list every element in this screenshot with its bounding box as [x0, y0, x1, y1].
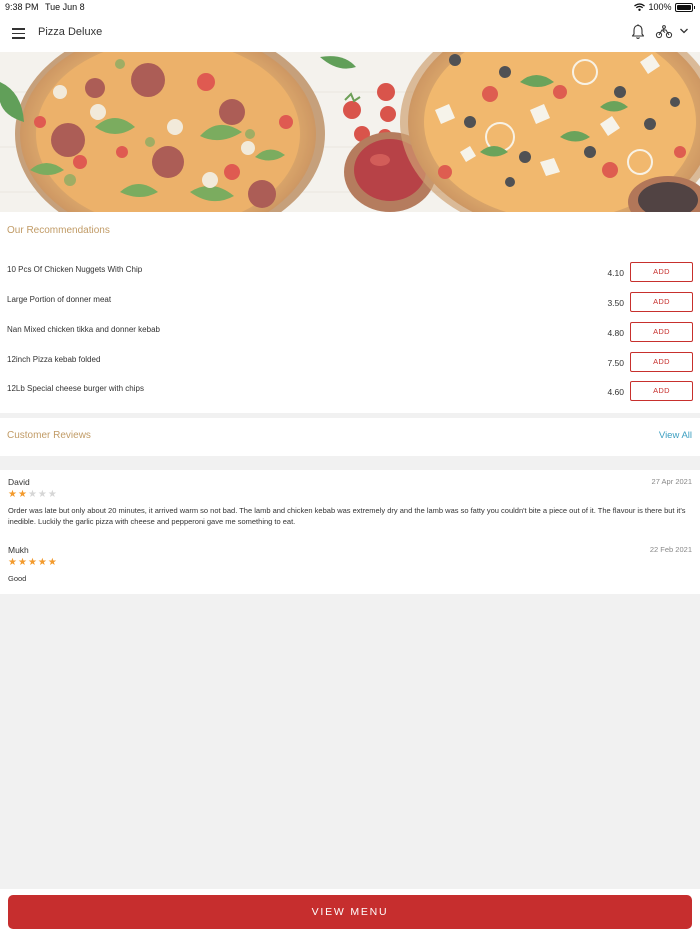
recommendation-row: Large Portion of donner meat 3.50 ADD	[0, 292, 700, 320]
battery-tip	[693, 5, 695, 9]
star-icon: ★	[37, 557, 47, 568]
review-text: Good	[8, 574, 27, 583]
star-icon: ★	[17, 557, 27, 568]
bottom-bar: VIEW MENU	[0, 889, 700, 934]
reviews-list: David 27 Apr 2021 ★ ★ ★ ★ ★ Order was late b…	[0, 470, 700, 594]
star-rating: ★ ★ ★ ★ ★	[8, 558, 57, 568]
battery-percent: 100%	[648, 2, 672, 12]
item-name: Nan Mixed chicken tikka and donner kebab	[7, 325, 160, 334]
page-title: Pizza Deluxe	[38, 26, 103, 38]
item-price: 7.50	[607, 358, 624, 368]
star-rating: ★ ★ ★ ★ ★	[8, 490, 57, 500]
recommendation-row: 12inch Pizza kebab folded 7.50 ADD	[0, 352, 700, 380]
bell-icon[interactable]	[631, 24, 645, 40]
view-menu-button[interactable]: VIEW MENU	[8, 895, 692, 929]
add-button[interactable]: ADD	[630, 322, 693, 342]
review-date: 27 Apr 2021	[651, 477, 692, 486]
review-text: Order was late but only about 20 minutes…	[8, 506, 686, 526]
status-date: Tue Jun 8	[45, 2, 85, 12]
add-button[interactable]: ADD	[630, 262, 693, 282]
star-icon: ★	[37, 489, 47, 500]
item-name: 12Lb Special cheese burger with chips	[7, 384, 144, 393]
view-all-link[interactable]: View All	[659, 430, 692, 441]
recommendations-section: Our Recommendations 10 Pcs Of Chicken Nu…	[0, 212, 700, 413]
status-right: 100%	[634, 2, 695, 12]
star-icon: ★	[17, 489, 27, 500]
status-time: 9:38 PM	[5, 2, 39, 12]
review-item: Mukh 22 Feb 2021 ★ ★ ★ ★ ★ Good	[0, 545, 700, 589]
menu-icon[interactable]	[12, 28, 25, 39]
hero-banner	[0, 52, 700, 212]
star-icon: ★	[27, 557, 37, 568]
reviewer-name: David	[8, 477, 30, 487]
item-name: Large Portion of donner meat	[7, 295, 112, 304]
star-icon: ★	[8, 557, 17, 568]
item-price: 4.10	[607, 268, 624, 278]
reviewer-name: Mukh	[8, 545, 29, 555]
status-bar: 9:38 PM Tue Jun 8 100%	[0, 0, 700, 14]
recommendation-row: 12Lb Special cheese burger with chips 4.…	[0, 381, 700, 409]
star-icon: ★	[8, 489, 17, 500]
item-price: 4.80	[607, 328, 624, 338]
app-bar: Pizza Deluxe	[0, 14, 700, 53]
delivery-icon[interactable]	[655, 25, 673, 39]
item-name: 12inch Pizza kebab folded	[7, 355, 101, 364]
chevron-down-icon[interactable]	[679, 27, 689, 35]
item-name: 10 Pcs Of Chicken Nuggets With Chip	[7, 265, 143, 274]
star-icon: ★	[47, 557, 57, 568]
add-button[interactable]: ADD	[630, 381, 693, 401]
item-price: 3.50	[607, 298, 624, 308]
star-icon: ★	[47, 489, 57, 500]
reviews-title: Customer Reviews	[7, 430, 91, 441]
battery-icon	[674, 2, 693, 12]
add-button[interactable]: ADD	[630, 292, 693, 312]
review-item: David 27 Apr 2021 ★ ★ ★ ★ ★ Order was late b…	[0, 477, 700, 537]
item-price: 4.60	[607, 387, 624, 397]
star-icon: ★	[27, 489, 37, 500]
reviews-header: Customer Reviews View All	[0, 418, 700, 456]
hero-image	[0, 52, 700, 212]
review-date: 22 Feb 2021	[649, 545, 692, 554]
add-button[interactable]: ADD	[630, 352, 693, 372]
recommendation-row: Nan Mixed chicken tikka and donner kebab…	[0, 322, 700, 350]
recommendations-title: Our Recommendations	[7, 225, 110, 236]
recommendation-row: 10 Pcs Of Chicken Nuggets With Chip 4.10…	[0, 262, 700, 290]
wifi-icon	[634, 3, 646, 11]
